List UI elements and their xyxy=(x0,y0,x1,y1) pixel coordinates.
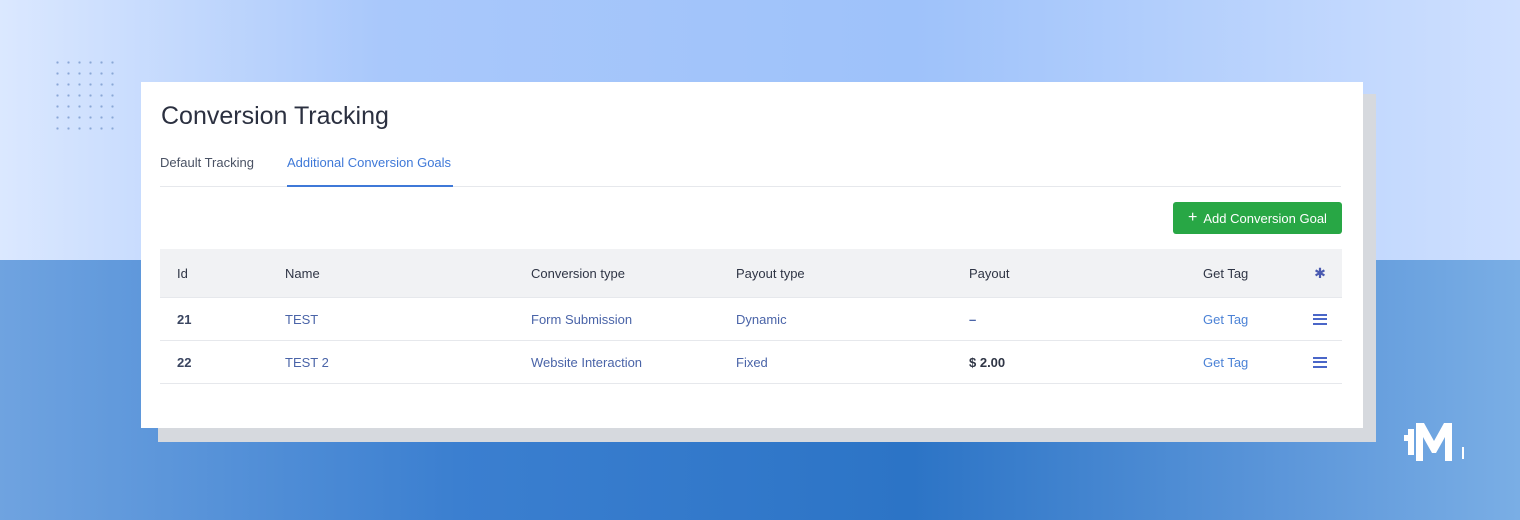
get-tag-link[interactable]: Get Tag xyxy=(1203,298,1248,340)
row-payout: $ 2.00 xyxy=(969,354,1006,370)
row-conversion-type: Website Interaction xyxy=(531,354,643,370)
row-id: 22 xyxy=(177,354,192,370)
row-payout-type: Fixed xyxy=(736,354,768,370)
page-title: Conversion Tracking xyxy=(161,102,389,130)
column-header-payout-type: Payout type xyxy=(736,265,805,281)
plus-icon: + xyxy=(1188,209,1198,226)
row-conversion-type: Form Submission xyxy=(531,311,633,327)
column-header-get-tag: Get Tag xyxy=(1203,265,1249,281)
column-header-id: Id xyxy=(177,265,188,281)
hamburger-menu-icon[interactable] xyxy=(1313,356,1327,368)
row-name[interactable]: TEST xyxy=(285,298,318,340)
table-row: 21 TEST Form Submission Dynamic – Get Ta… xyxy=(160,298,1342,341)
brand-logo-icon xyxy=(1404,423,1464,461)
table-header-row: Id Name Conversion type Payout type Payo… xyxy=(160,249,1342,298)
row-payout: – xyxy=(969,311,977,327)
row-payout-type: Dynamic xyxy=(736,311,787,327)
tab-additional-conversion-goals[interactable]: Additional Conversion Goals xyxy=(287,154,454,187)
row-actions xyxy=(1310,341,1330,383)
add-conversion-goal-label: Add Conversion Goal xyxy=(1203,210,1327,226)
get-tag-link[interactable]: Get Tag xyxy=(1203,341,1248,383)
hamburger-menu-icon[interactable] xyxy=(1313,313,1327,325)
column-header-name: Name xyxy=(285,265,320,281)
gear-icon[interactable]: ✱ xyxy=(1314,265,1326,282)
row-name[interactable]: TEST 2 xyxy=(285,341,329,383)
column-header-payout: Payout xyxy=(969,265,1010,281)
tab-default-tracking[interactable]: Default Tracking xyxy=(160,154,254,185)
row-actions xyxy=(1310,298,1330,340)
add-conversion-goal-button[interactable]: + Add Conversion Goal xyxy=(1173,202,1342,234)
tab-bar: Default Tracking Additional Conversion G… xyxy=(160,154,1341,187)
conversion-tracking-card: Conversion Tracking Default Tracking Add… xyxy=(141,82,1363,428)
conversion-goals-table: Id Name Conversion type Payout type Payo… xyxy=(160,249,1342,384)
column-settings: ✱ xyxy=(1310,249,1330,297)
column-header-conversion-type: Conversion type xyxy=(531,265,625,281)
row-id: 21 xyxy=(177,311,192,327)
decorative-dot-grid xyxy=(52,57,114,137)
table-row: 22 TEST 2 Website Interaction Fixed $ 2.… xyxy=(160,341,1342,384)
